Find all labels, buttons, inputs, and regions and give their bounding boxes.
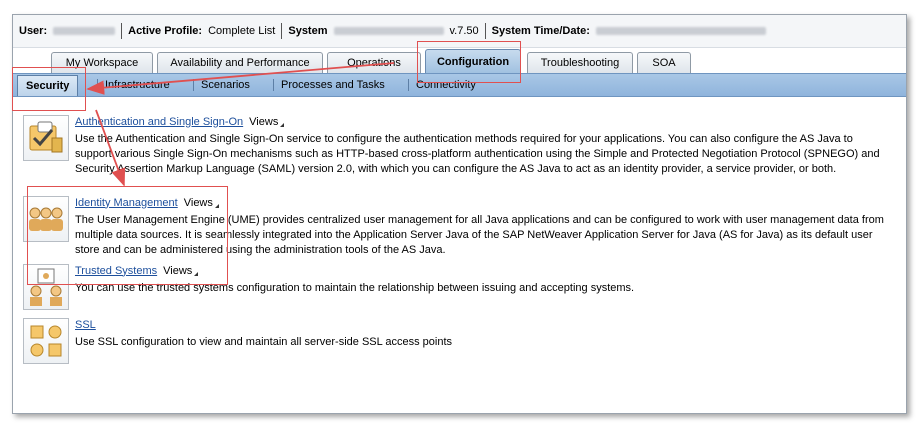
identity-management-link[interactable]: Identity Management [75, 196, 178, 211]
tab-configuration[interactable]: Configuration [425, 49, 521, 74]
subnav-processes-and-tasks[interactable]: Processes and Tasks [273, 74, 385, 96]
subnav-label: Security [26, 80, 70, 92]
authentication-link[interactable]: Authentication and Single Sign-On [75, 115, 243, 130]
entry-trusted-systems: Trusted Systems Views You can use the tr… [23, 264, 893, 310]
header-info-bar: User: Active Profile: Complete List Syst… [13, 15, 906, 48]
tab-label: Availability and Performance [170, 57, 310, 69]
system-time-info: System Time/Date: [486, 23, 772, 39]
active-profile-label: Active Profile: [128, 25, 203, 37]
subnav-label: Processes and Tasks [281, 79, 385, 91]
dropdown-triangle-icon [194, 272, 199, 276]
dropdown-triangle-icon [280, 123, 285, 127]
users-icon [23, 196, 69, 242]
dropdown-triangle-icon [214, 204, 219, 208]
tab-troubleshooting[interactable]: Troubleshooting [527, 52, 633, 73]
tab-label: Troubleshooting [540, 57, 620, 69]
entry-description: You can use the trusted systems configur… [75, 282, 635, 294]
authentication-icon [23, 115, 69, 161]
views-menu[interactable]: Views [249, 115, 285, 130]
ssl-link[interactable]: SSL [75, 318, 96, 333]
views-label: Views [163, 264, 193, 277]
sub-navigation: Security Infrastructure Scenarios Proces… [13, 73, 906, 97]
entry-text: Authentication and Single Sign-On Views … [75, 115, 885, 177]
tab-label: Configuration [436, 56, 510, 68]
system-version: v.7.50 [449, 25, 479, 37]
user-label: User: [19, 25, 48, 37]
entry-text: SSL Use SSL configuration to view and ma… [75, 318, 885, 350]
tab-my-workspace[interactable]: My Workspace [51, 52, 153, 73]
trusted-systems-icon [23, 264, 69, 310]
tab-availability-and-performance[interactable]: Availability and Performance [157, 52, 323, 73]
user-info: User: [13, 23, 123, 39]
entry-description: Use SSL configuration to view and mainta… [75, 336, 453, 348]
subnav-infrastructure[interactable]: Infrastructure [97, 74, 170, 96]
system-value-redacted [333, 27, 444, 35]
system-info: System v.7.50 [282, 23, 486, 39]
tab-label: Operations [347, 57, 401, 69]
system-label: System [288, 25, 328, 37]
views-menu[interactable]: Views [184, 196, 219, 211]
tab-operations[interactable]: Operations [327, 52, 421, 73]
ssl-icon [23, 318, 69, 364]
active-profile-value: Complete List [208, 25, 276, 37]
subnav-scenarios[interactable]: Scenarios [193, 74, 250, 96]
system-time-value-redacted [595, 27, 766, 35]
entry-text: Trusted Systems Views You can use the tr… [75, 264, 885, 296]
tab-label: SOA [652, 57, 676, 69]
tab-soa[interactable]: SOA [637, 52, 691, 73]
active-profile-info: Active Profile: Complete List [122, 23, 283, 39]
subnav-label: Scenarios [201, 79, 250, 91]
entry-authentication: Authentication and Single Sign-On Views … [23, 115, 893, 191]
system-time-label: System Time/Date: [491, 25, 590, 37]
subnav-label: Infrastructure [105, 79, 170, 91]
entry-text: Identity Management Views The User Manag… [75, 196, 885, 258]
entry-identity-management: Identity Management Views The User Manag… [23, 196, 893, 258]
tab-label: My Workspace [65, 57, 139, 69]
entry-ssl: SSL Use SSL configuration to view and ma… [23, 318, 893, 364]
user-value-redacted [53, 27, 116, 35]
views-menu[interactable]: Views [163, 264, 199, 279]
app-window: User: Active Profile: Complete List Syst… [12, 14, 907, 414]
subnav-security[interactable]: Security [17, 75, 79, 96]
views-label: Views [183, 196, 213, 209]
entry-description: Use the Authentication and Single Sign-O… [75, 133, 880, 175]
views-label: Views [249, 115, 279, 128]
entry-description: The User Management Engine (UME) provide… [75, 214, 884, 256]
subnav-connectivity[interactable]: Connectivity [408, 74, 476, 96]
trusted-systems-link[interactable]: Trusted Systems [75, 264, 157, 279]
subnav-label: Connectivity [416, 79, 476, 91]
main-tabs: My Workspace Availability and Performanc… [13, 49, 906, 74]
